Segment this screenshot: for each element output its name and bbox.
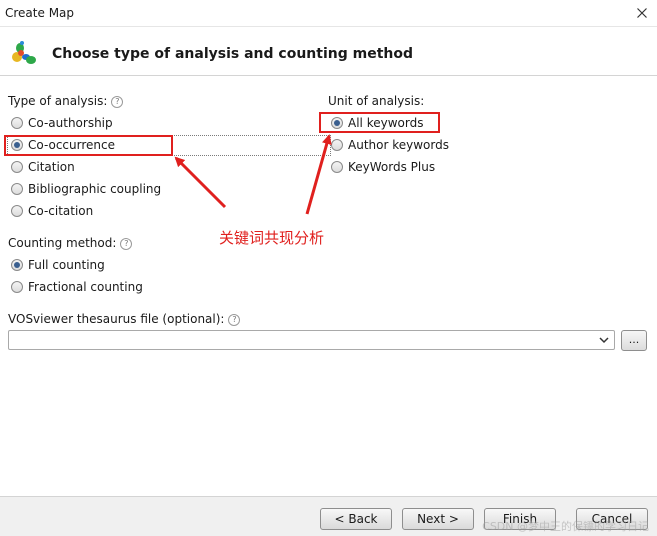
annotation-label: 关键词共现分析 (219, 229, 325, 247)
watermark: CSDN @梦中王的保镖的学习日记 (482, 520, 649, 533)
next-button[interactable]: Next > (402, 508, 474, 530)
arrow-to-co-occurrence (174, 156, 227, 209)
back-button[interactable]: < Back (320, 508, 392, 530)
arrow-to-all-keywords (305, 134, 332, 215)
annotation-arrows (174, 134, 332, 215)
